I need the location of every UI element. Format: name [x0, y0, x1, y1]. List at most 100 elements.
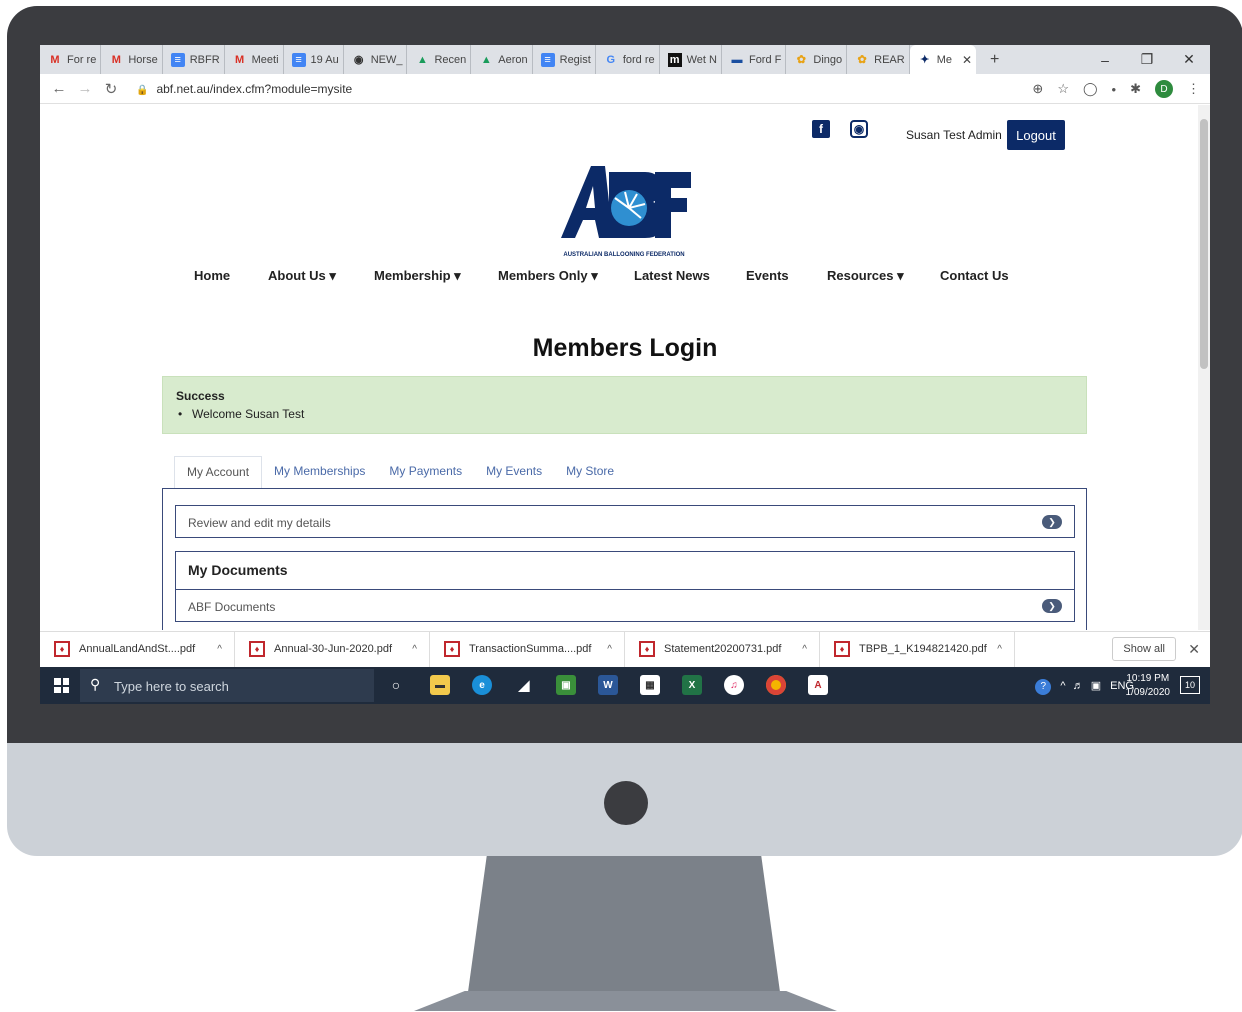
abf-logo[interactable]: AUSTRALIAN BALLOONING FEDERATION — [553, 162, 695, 258]
download-filename: TBPB_1_K194821420.pdf — [859, 643, 987, 655]
page-title: Members Login — [532, 334, 718, 362]
tab-my-store[interactable]: My Store — [554, 456, 626, 489]
forward-icon[interactable]: → — [72, 80, 98, 97]
tab-label: For re — [67, 53, 97, 66]
browser-tab[interactable]: ≡ RBFR — [163, 45, 225, 74]
tab-my-account[interactable]: My Account — [174, 456, 263, 489]
facebook-icon[interactable]: f — [812, 120, 830, 138]
close-window-icon[interactable]: ✕ — [1168, 51, 1210, 68]
help-icon[interactable]: ? — [1035, 679, 1052, 695]
task-view-icon[interactable]: ○ — [386, 675, 406, 695]
windows-start-icon[interactable] — [54, 678, 69, 693]
bookmark-star-icon[interactable]: ☆ — [1057, 81, 1069, 97]
notifications-icon[interactable]: 10 — [1180, 676, 1200, 694]
scrollbar-thumb[interactable] — [1200, 119, 1208, 369]
page-scrollbar[interactable] — [1198, 105, 1210, 630]
taskbar-search[interactable]: ⚲ Type here to search — [80, 669, 374, 702]
user-name: Susan Test Admin — [906, 128, 1002, 142]
tab-my-payments[interactable]: My Payments — [377, 456, 474, 489]
close-tab-icon[interactable]: ✕ — [962, 53, 972, 67]
network-icon[interactable]: ▣ — [1091, 680, 1101, 692]
app-icon[interactable]: ▣ — [556, 675, 576, 695]
abf-documents-row[interactable]: ABF Documents ❯ — [175, 589, 1075, 622]
acrobat-icon[interactable]: A — [808, 675, 828, 695]
alert-message: Welcome Susan Test — [178, 407, 304, 421]
tab-my-memberships[interactable]: My Memberships — [262, 456, 377, 489]
chevron-up-icon[interactable]: ^ — [412, 644, 417, 655]
file-explorer-icon[interactable]: ▬ — [430, 675, 450, 695]
itunes-icon[interactable]: ♫ — [724, 675, 744, 695]
browser-tab[interactable]: ▲ Recen — [407, 45, 472, 74]
reload-icon[interactable]: ↻ — [98, 80, 124, 98]
excel-icon[interactable]: X — [682, 675, 702, 695]
tab-label: NEW_ — [370, 53, 403, 66]
browser-tab[interactable]: Gford re — [596, 45, 660, 74]
menu-dots-icon[interactable]: ⋮ — [1187, 81, 1200, 97]
download-item[interactable]: ♦ TBPB_1_K194821420.pdf ^ — [820, 631, 1015, 667]
browser-tab[interactable]: ≡ Regist — [533, 45, 596, 74]
browser-tab[interactable]: ◉ NEW_ — [344, 45, 408, 74]
window-controls: – ❐ ✕ — [1084, 45, 1210, 74]
extension-icon[interactable]: • — [1112, 82, 1117, 97]
chevron-up-icon[interactable]: ^ — [1060, 680, 1065, 692]
restore-icon[interactable]: ❐ — [1126, 51, 1168, 68]
browser-tab[interactable]: M For re — [40, 45, 102, 74]
download-item[interactable]: ♦ AnnualLandAndSt....pdf ^ — [40, 631, 235, 667]
logout-button[interactable]: Logout — [1007, 120, 1065, 150]
chrome-icon[interactable] — [766, 675, 786, 695]
review-details-row[interactable]: Review and edit my details ❯ — [175, 505, 1075, 538]
app-icon[interactable]: ◢ — [514, 675, 534, 695]
alert-title: Success — [176, 389, 225, 403]
browser-tab[interactable]: ≡ 19 Au — [284, 45, 344, 74]
download-item[interactable]: ♦ Statement20200731.pdf ^ — [625, 631, 820, 667]
download-item[interactable]: ♦ Annual-30-Jun-2020.pdf ^ — [235, 631, 430, 667]
profile-avatar[interactable]: D — [1155, 80, 1173, 98]
review-details-label: Review and edit my details — [188, 516, 331, 530]
browser-tab[interactable]: M Horse — [101, 45, 163, 74]
nav-events[interactable]: Events — [746, 268, 789, 283]
word-icon[interactable]: W — [598, 675, 618, 695]
chevron-up-icon[interactable]: ^ — [997, 644, 1002, 655]
site-icon: m — [667, 52, 682, 67]
my-documents-heading: My Documents — [188, 562, 288, 578]
browser-tab[interactable]: ▬ Ford F — [722, 45, 787, 74]
volume-icon[interactable]: ♬ — [1073, 680, 1084, 692]
edge-icon[interactable]: e — [472, 675, 492, 695]
nav-latest-news[interactable]: Latest News — [634, 268, 710, 283]
show-all-button[interactable]: Show all — [1112, 637, 1176, 661]
chevron-up-icon[interactable]: ^ — [217, 644, 222, 655]
browser-tab[interactable]: m Wet N — [660, 45, 722, 74]
download-item[interactable]: ♦ TransactionSumma....pdf ^ — [430, 631, 625, 667]
chevron-up-icon[interactable]: ^ — [607, 644, 612, 655]
zoom-icon[interactable]: ⊕ — [1032, 81, 1043, 97]
extension-icon[interactable]: ◯ — [1083, 81, 1098, 97]
close-downloads-icon[interactable]: ✕ — [1188, 641, 1200, 658]
abf-documents-label: ABF Documents — [188, 600, 276, 614]
browser-tab[interactable]: ✿ REAR — [847, 45, 910, 74]
back-icon[interactable]: ← — [46, 80, 72, 97]
chevron-right-icon[interactable]: ❯ — [1042, 599, 1062, 613]
minimize-icon[interactable]: – — [1084, 52, 1126, 68]
new-tab-icon[interactable]: + — [990, 51, 999, 69]
nav-home[interactable]: Home — [194, 268, 230, 283]
browser-tab[interactable]: M Meeti — [225, 45, 284, 74]
nav-membership[interactable]: Membership ▾ — [374, 268, 461, 284]
browser-tab[interactable]: ▲ Aeron — [471, 45, 533, 74]
nav-resources[interactable]: Resources ▾ — [827, 268, 904, 284]
gmail-icon: M — [50, 53, 60, 66]
paw-icon: ✿ — [857, 54, 867, 66]
url-field[interactable]: 🔒 abf.net.au/index.cfm?module=mysite — [136, 82, 352, 96]
browser-tab[interactable]: ✿ Dingo — [786, 45, 848, 74]
nav-contact-us[interactable]: Contact Us — [940, 268, 1009, 283]
chevron-right-icon[interactable]: ❯ — [1042, 515, 1062, 529]
puzzle-icon[interactable]: ✱ — [1130, 81, 1141, 97]
store-icon[interactable]: ▦ — [640, 675, 660, 695]
tab-my-events[interactable]: My Events — [474, 456, 554, 489]
instagram-icon[interactable]: ◉ — [850, 120, 868, 138]
gmail-icon: M — [235, 53, 245, 66]
browser-tab-active[interactable]: ✦ Me ✕ — [909, 45, 977, 74]
clock[interactable]: 10:19 PM 1/09/2020 — [1126, 672, 1171, 700]
nav-about-us[interactable]: About Us ▾ — [268, 268, 336, 284]
chevron-up-icon[interactable]: ^ — [802, 644, 807, 655]
nav-members-only[interactable]: Members Only ▾ — [498, 268, 598, 284]
